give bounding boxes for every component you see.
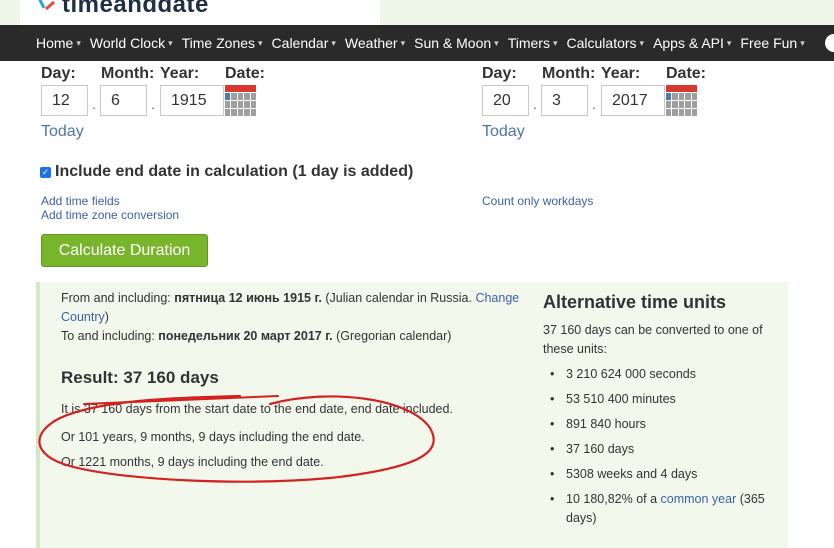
nav-calculators[interactable]: Calculators ▾ xyxy=(567,35,645,51)
alternative-units-description: 37 160 days can be converted to one of t… xyxy=(543,323,763,356)
to-suffix: (Gregorian calendar) xyxy=(332,329,452,343)
list-item: 10 180,82% of a common year (365 days) xyxy=(550,490,780,528)
count-workdays-link[interactable]: Count only workdays xyxy=(482,194,593,208)
main-navigation: Home ▾ World Clock ▾ Time Zones ▾ Calendar ▾… xyxy=(0,25,834,61)
nav-label: Home xyxy=(36,35,74,51)
header-background-right xyxy=(380,0,834,25)
alternative-units-list: 3 210 624 000 seconds 53 510 400 minutes… xyxy=(550,365,780,534)
start-day-input[interactable]: 12 xyxy=(41,85,88,116)
calculate-duration-button[interactable]: Calculate Duration xyxy=(41,234,208,267)
nav-label: Calculators xyxy=(566,35,637,51)
nav-home[interactable]: Home ▾ xyxy=(36,35,81,51)
start-day-label: Day: xyxy=(41,65,76,82)
nav-free-fun[interactable]: Free Fun ▾ xyxy=(740,35,804,51)
from-suffix: (Julian calendar in Russia. xyxy=(321,291,476,305)
nav-label: Calendar xyxy=(271,35,329,51)
chevron-down-icon: ▾ xyxy=(800,37,805,48)
nav-sun-moon[interactable]: Sun & Moon ▾ xyxy=(414,35,499,51)
list-item: 37 160 days xyxy=(550,440,780,459)
alternative-units-title: Alternative time units xyxy=(543,292,727,312)
start-year-label: Year: xyxy=(160,65,200,82)
chevron-down-icon: ▾ xyxy=(639,37,645,48)
add-time-fields-link[interactable]: Add time fields xyxy=(41,194,120,208)
from-date-text: From and including: пятница 12 июнь 1915… xyxy=(61,289,531,327)
nav-label: Time Zones xyxy=(181,35,256,51)
nav-world-clock[interactable]: World Clock ▾ xyxy=(90,35,173,51)
nav-apps-api[interactable]: Apps & API ▾ xyxy=(653,35,731,51)
nav-label: Weather xyxy=(344,35,398,51)
separator: . xyxy=(151,96,155,112)
common-year-link[interactable]: common year xyxy=(661,492,737,506)
logo-icon xyxy=(36,0,62,21)
list-item: 3 210 624 000 seconds xyxy=(550,365,780,384)
separator: . xyxy=(592,96,596,112)
from-prefix: From and including: xyxy=(61,291,175,305)
to-date-text: To and including: понедельник 20 март 20… xyxy=(61,327,531,346)
to-date: понедельник 20 март 2017 г. xyxy=(158,329,333,343)
start-today-link[interactable]: Today xyxy=(41,123,84,141)
chevron-down-icon: ▾ xyxy=(552,37,558,48)
separator: . xyxy=(92,96,96,112)
common-year-prefix: 10 180,82% of a xyxy=(566,492,661,506)
nav-label: Timers xyxy=(507,35,550,51)
nav-time-zones[interactable]: Time Zones ▾ xyxy=(182,35,263,51)
separator: . xyxy=(533,96,537,112)
include-end-date-checkbox[interactable]: ✓ xyxy=(40,166,51,178)
nav-timers[interactable]: Timers ▾ xyxy=(508,35,558,51)
start-month-input[interactable]: 6 xyxy=(100,85,147,116)
chevron-down-icon: ▾ xyxy=(494,37,499,48)
include-end-date-label: Include end date in calculation (1 day i… xyxy=(55,163,414,180)
chevron-down-icon: ▾ xyxy=(400,37,406,48)
result-line-months: Or 1221 months, 9 days including the end… xyxy=(61,455,324,469)
user-icon[interactable] xyxy=(825,34,834,52)
logo-text: timeanddate xyxy=(62,0,209,18)
start-calendar-icon[interactable] xyxy=(225,85,256,116)
from-date: пятница 12 июнь 1915 г. xyxy=(174,291,322,305)
header-background xyxy=(0,0,20,25)
to-prefix: To and including: xyxy=(61,329,159,343)
start-year-input[interactable]: 1915 xyxy=(160,85,224,116)
end-year-input[interactable]: 2017 xyxy=(601,85,665,116)
list-item: 5308 weeks and 4 days xyxy=(550,465,780,484)
result-line-years: Or 101 years, 9 months, 9 days including… xyxy=(61,430,365,444)
end-date-label: Date: xyxy=(666,65,707,82)
nav-label: Free Fun xyxy=(740,35,798,51)
end-today-link[interactable]: Today xyxy=(482,123,525,141)
add-timezone-link[interactable]: Add time zone conversion xyxy=(41,208,179,222)
chevron-down-icon: ▾ xyxy=(726,37,732,48)
chevron-down-icon: ▾ xyxy=(258,37,263,48)
result-headline: Result: 37 160 days xyxy=(61,368,219,387)
from-end: ) xyxy=(104,310,109,324)
end-month-label: Month: xyxy=(542,65,596,82)
start-month-label: Month: xyxy=(101,65,155,82)
nav-label: World Clock xyxy=(89,35,166,51)
include-end-date-row[interactable]: ✓ Include end date in calculation (1 day… xyxy=(40,163,413,181)
nav-label: Apps & API xyxy=(653,35,724,51)
end-calendar-icon[interactable] xyxy=(666,85,697,116)
result-line-days: It is 37 160 days from the start date to… xyxy=(61,402,453,416)
chevron-down-icon: ▾ xyxy=(168,37,173,48)
nav-label: Sun & Moon xyxy=(414,35,492,51)
end-day-input[interactable]: 20 xyxy=(482,85,529,116)
end-day-label: Day: xyxy=(482,65,517,82)
top-strip: timeanddate xyxy=(0,0,834,25)
end-month-input[interactable]: 3 xyxy=(541,85,588,116)
site-logo[interactable]: timeanddate xyxy=(36,0,209,19)
list-item: 891 840 hours xyxy=(550,415,780,434)
start-date-label: Date: xyxy=(225,65,266,82)
nav-calendar[interactable]: Calendar ▾ xyxy=(272,35,336,51)
list-item: 53 510 400 minutes xyxy=(550,390,780,409)
end-year-label: Year: xyxy=(601,65,641,82)
nav-weather[interactable]: Weather ▾ xyxy=(345,35,405,51)
chevron-down-icon: ▾ xyxy=(76,37,81,48)
chevron-down-icon: ▾ xyxy=(331,37,336,48)
